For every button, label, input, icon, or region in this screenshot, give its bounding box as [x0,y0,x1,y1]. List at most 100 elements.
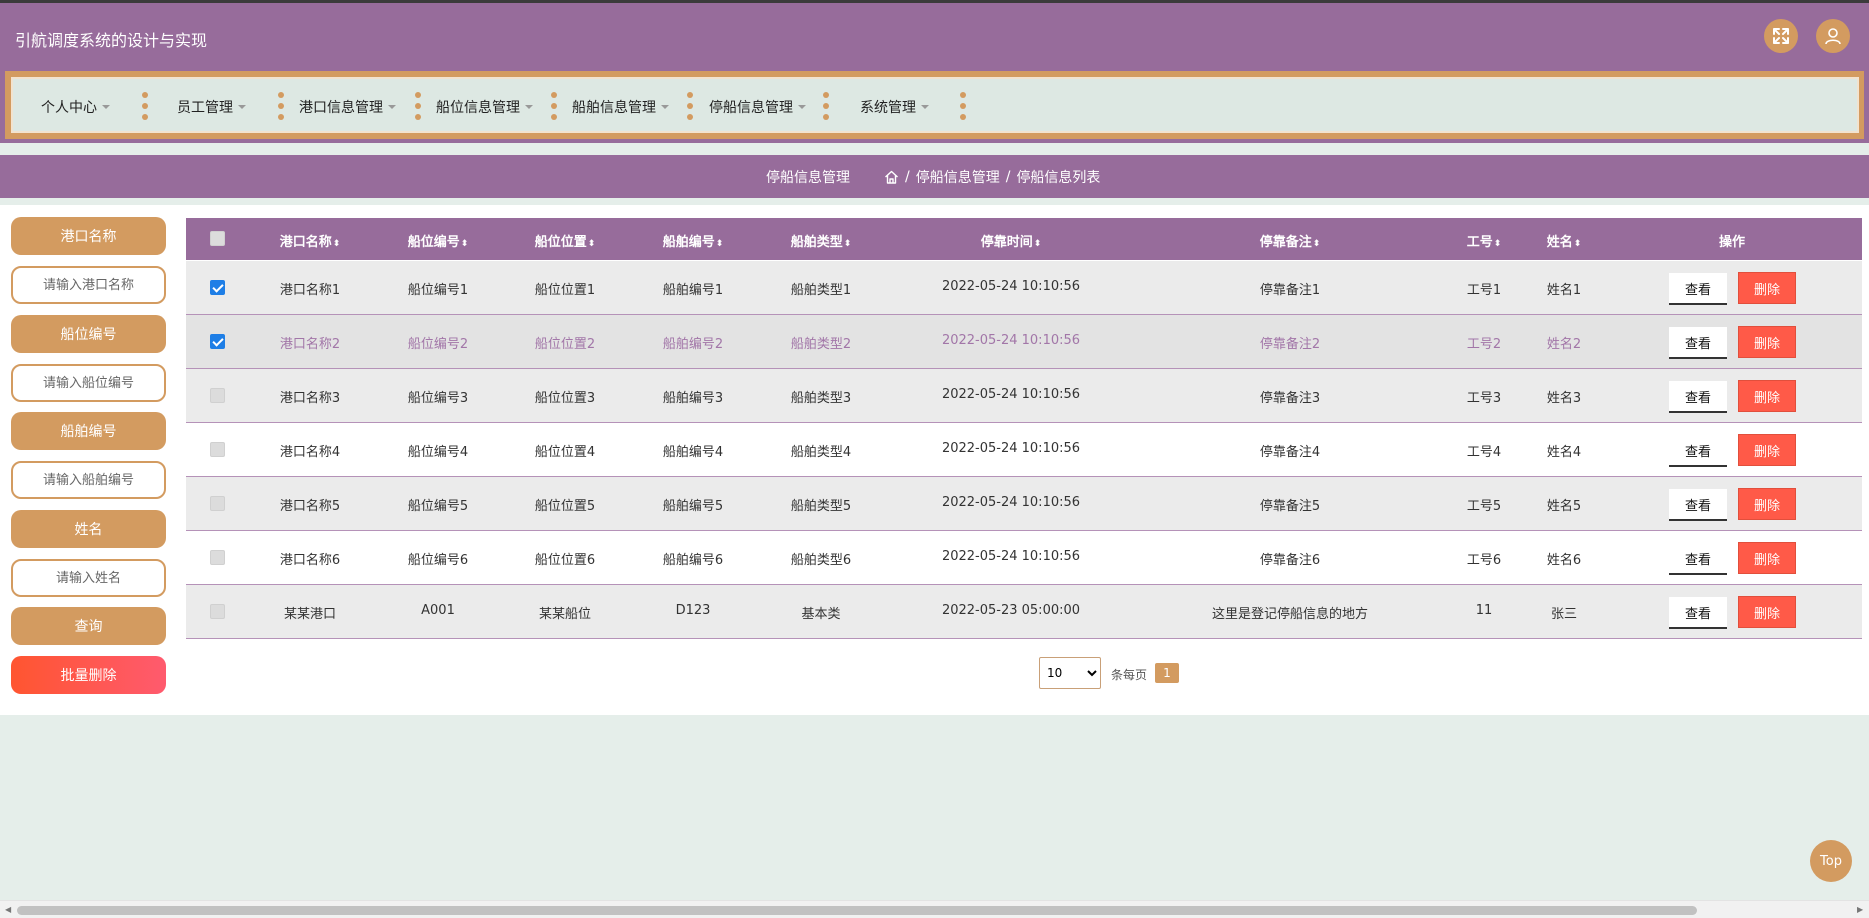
select-all-checkbox[interactable] [210,231,225,246]
sort-icon: ⬍ [587,239,596,249]
column-header-ship-type[interactable]: 船舶类型⬍ [791,231,852,250]
column-header-berth-pos[interactable]: 船位位置⬍ [535,231,596,250]
berth-no-input[interactable] [11,364,166,402]
table-cell-time: 2022-05-24 10:10:56 [941,495,1081,510]
table-cell-port: 港口名称5 [279,499,341,514]
nav-divider [142,92,148,120]
delete-button[interactable]: 删除 [1738,434,1796,466]
table-cell-port: 港口名称2 [279,337,341,352]
column-header-ship-no[interactable]: 船舶编号⬍ [663,231,724,250]
table-row[interactable]: 港口名称4 船位编号4 船位位置4 船舶编号4 船舶类型4 2022-05-24 10:1… [186,423,1862,477]
sort-icon: ⬍ [1312,239,1321,249]
nav-item-berth[interactable]: 船位信息管理 [436,97,533,117]
column-header-emp-no[interactable]: 工号⬍ [1467,231,1502,250]
view-button[interactable]: 查看 [1669,597,1727,629]
row-checkbox[interactable] [210,280,225,295]
table-cell-port: 港口名称6 [279,553,341,568]
page-button-current[interactable]: 1 [1155,663,1179,683]
table-cell-ship-type: 船舶类型6 [790,553,852,568]
row-checkbox[interactable] [210,388,225,403]
delete-button[interactable]: 删除 [1738,596,1796,628]
table-cell-ship-no: 船舶编号6 [662,553,724,568]
table-header: 港口名称⬍ 船位编号⬍ 船位位置⬍ 船舶编号⬍ 船舶类型⬍ 停靠时间⬍ 停靠备注… [186,218,1862,260]
name-input[interactable] [11,559,166,597]
home-icon[interactable] [884,170,899,184]
delete-button[interactable]: 删除 [1738,272,1796,304]
table-cell-ship-no: 船舶编号3 [662,391,724,406]
table-row[interactable]: 港口名称2 船位编号2 船位位置2 船舶编号2 船舶类型2 2022-05-24 10:1… [186,315,1862,369]
view-button[interactable]: 查看 [1669,273,1727,305]
ship-no-input[interactable] [11,461,166,499]
view-button[interactable]: 查看 [1669,327,1727,359]
ship-no-label: 船舶编号 [11,412,166,450]
table-cell-emp-no: 工号4 [1466,445,1502,460]
column-header-remark[interactable]: 停靠备注⬍ [1260,231,1321,250]
view-button[interactable]: 查看 [1669,543,1727,575]
sort-icon: ⬍ [332,239,341,249]
sort-icon: ⬍ [715,239,724,249]
sort-icon: ⬍ [843,239,852,249]
view-button[interactable]: 查看 [1669,489,1727,521]
table-cell-name: 姓名2 [1546,337,1582,352]
scroll-right-icon[interactable]: ▶ [1857,905,1863,914]
table-cell-ship-no: 船舶编号1 [662,283,724,298]
table-cell-berth-no: 船位编号6 [407,553,469,568]
table-row[interactable]: 港口名称1 船位编号1 船位位置1 船舶编号1 船舶类型1 2022-05-24 10:1… [186,261,1862,315]
row-checkbox[interactable] [210,442,225,457]
fullscreen-button[interactable] [1764,19,1798,53]
fullscreen-icon [1773,28,1789,44]
table-cell-ship-no: 船舶编号4 [662,445,724,460]
view-button[interactable]: 查看 [1669,435,1727,467]
sort-icon: ⬍ [460,239,469,249]
column-header-name[interactable]: 姓名⬍ [1547,231,1582,250]
scroll-left-icon[interactable]: ◀ [5,905,11,914]
column-header-berth-no[interactable]: 船位编号⬍ [408,231,469,250]
nav-item-system[interactable]: 系统管理 [860,97,929,117]
table-cell-berth-pos: 船位位置6 [534,553,596,568]
horizontal-scrollbar[interactable]: ◀ ▶ [0,900,1869,918]
batch-delete-button[interactable]: 批量删除 [11,656,166,694]
delete-button[interactable]: 删除 [1738,326,1796,358]
port-name-input[interactable] [11,266,166,304]
table-row[interactable]: 港口名称6 船位编号6 船位位置6 船舶编号6 船舶类型6 2022-05-24 10:1… [186,531,1862,585]
column-header-actions: 操作 [1718,235,1746,250]
nav-item-port[interactable]: 港口信息管理 [299,97,396,117]
table-row[interactable]: 港口名称3 船位编号3 船位位置3 船舶编号3 船舶类型3 2022-05-24 10:1… [186,369,1862,423]
table-cell-name: 姓名6 [1546,553,1582,568]
nav-item-docking[interactable]: 停船信息管理 [709,97,806,117]
table-cell-name: 姓名4 [1546,445,1582,460]
nav-item-personal-center[interactable]: 个人中心 [41,97,110,117]
nav-divider [415,92,421,120]
query-button[interactable]: 查询 [11,607,166,645]
user-button[interactable] [1816,19,1850,53]
delete-button[interactable]: 删除 [1738,488,1796,520]
table-cell-ship-type: 船舶类型5 [790,499,852,514]
view-button[interactable]: 查看 [1669,381,1727,413]
table-cell-berth-pos: 某某船位 [538,607,592,622]
column-header-port[interactable]: 港口名称⬍ [280,231,341,250]
breadcrumb-item[interactable]: 停船信息管理 [916,167,1000,187]
row-checkbox[interactable] [210,604,225,619]
breadcrumb-separator: / [1005,169,1011,185]
nav-item-ship[interactable]: 船舶信息管理 [572,97,669,117]
table-cell-berth-no: 船位编号4 [407,445,469,460]
table-row[interactable]: 某某港口 A001 某某船位 D123 基本类 2022-05-23 05:00:00 这里… [186,585,1862,639]
row-checkbox[interactable] [210,334,225,349]
delete-button[interactable]: 删除 [1738,542,1796,574]
table-cell-remark: 停靠备注4 [1259,445,1321,460]
table-cell-emp-no: 工号1 [1466,283,1502,298]
table-row[interactable]: 港口名称5 船位编号5 船位位置5 船舶编号5 船舶类型5 2022-05-24 10:1… [186,477,1862,531]
row-checkbox[interactable] [210,496,225,511]
back-to-top-button[interactable]: Top [1810,840,1852,882]
table-cell-berth-pos: 船位位置3 [534,391,596,406]
table-cell-emp-no: 工号5 [1466,499,1502,514]
page-size-select[interactable]: 10 [1039,657,1101,689]
row-checkbox[interactable] [210,550,225,565]
nav-item-employee[interactable]: 员工管理 [177,97,246,117]
table-cell-ship-type: 基本类 [801,607,841,622]
delete-button[interactable]: 删除 [1738,380,1796,412]
column-header-time[interactable]: 停靠时间⬍ [981,231,1042,250]
table-cell-time: 2022-05-23 05:00:00 [941,603,1081,618]
breadcrumb-separator: / [905,169,910,185]
scrollbar-thumb[interactable] [17,906,1697,915]
